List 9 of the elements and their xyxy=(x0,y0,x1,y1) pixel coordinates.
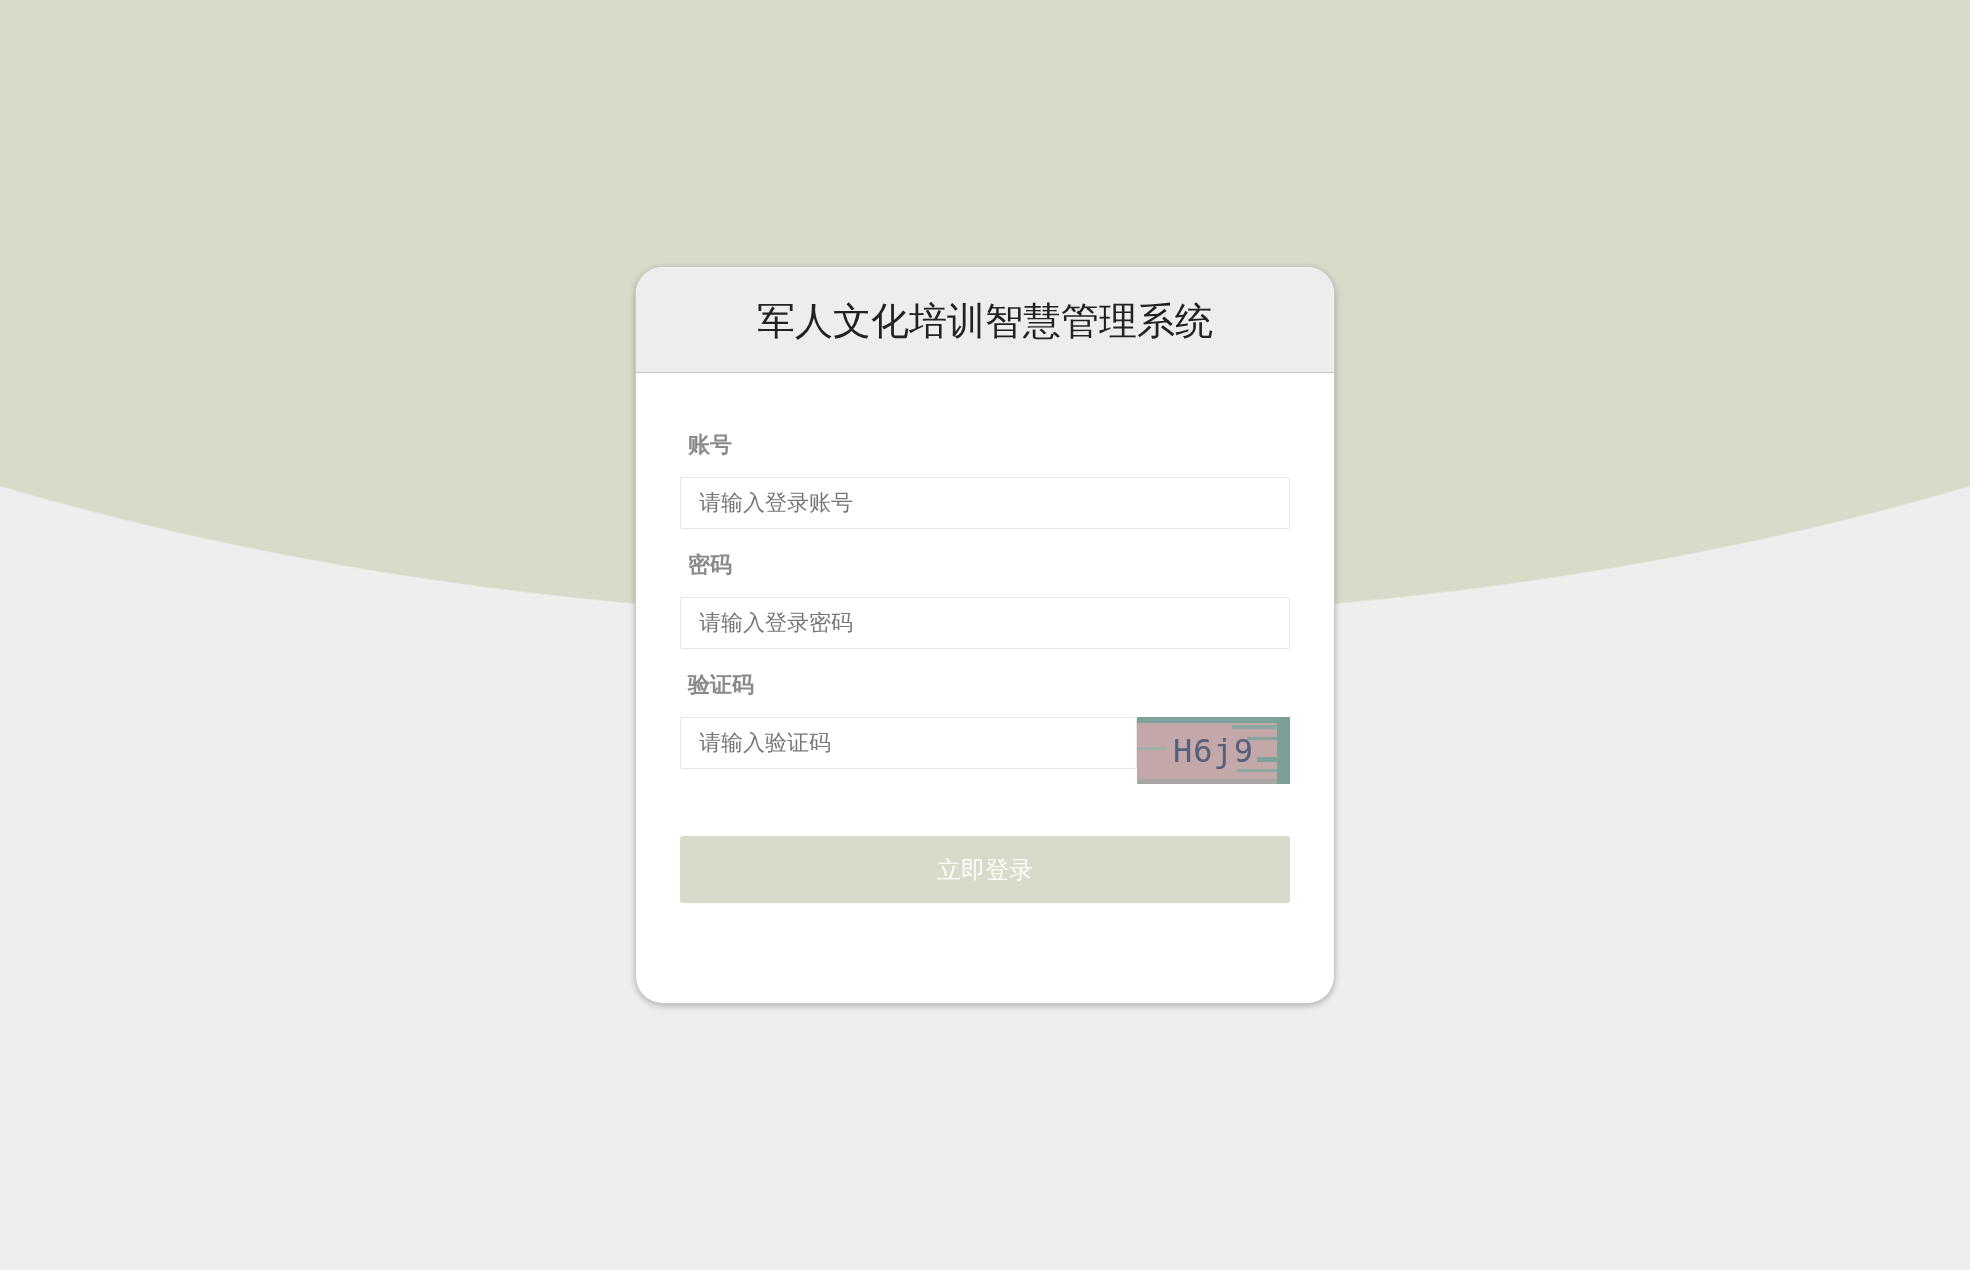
field-label: 验证码 xyxy=(686,671,755,699)
captcha-field[interactable]: 请输入验证码 xyxy=(680,717,1137,769)
captcha-image[interactable]: H6j9 xyxy=(1137,717,1290,784)
field-label: 密码 xyxy=(687,551,733,579)
captcha-text: H6j9 xyxy=(1172,731,1255,770)
account-field[interactable]: 请输入登录账号 xyxy=(680,477,1290,529)
password-field[interactable]: 请输入登录密码 xyxy=(680,597,1290,649)
login-title: 军人文化培训智慧管理系统 xyxy=(757,298,1213,345)
field-label: 账号 xyxy=(687,431,733,459)
